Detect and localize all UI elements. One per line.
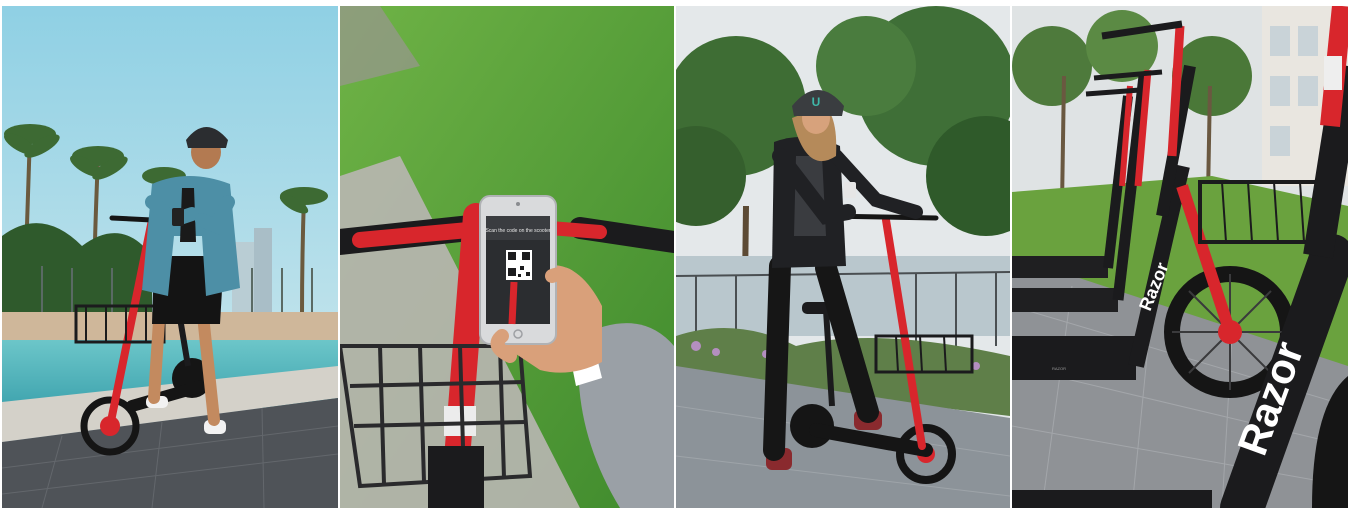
- photo-collage: Scan the code on the scooter U RAZOR Raz…: [0, 0, 1348, 508]
- photo-rider-with-phone-icon: [2, 6, 338, 508]
- photo-rider-standing-icon: U: [676, 6, 1010, 508]
- photo-phone-scanning-code-icon: Scan the code on the scooter: [340, 6, 674, 508]
- photo-panel-parked-scooters: RAZOR Razor Razor: [1012, 6, 1348, 508]
- photo-panel-rider-standing: U: [676, 6, 1010, 508]
- photo-parked-scooters-icon: RAZOR Razor Razor: [1012, 6, 1348, 508]
- photo-panel-phone-scanning: Scan the code on the scooter: [340, 6, 674, 508]
- phone-screen-heading: Scan the code on the scooter: [485, 228, 550, 234]
- photo-panel-rider-with-phone: [2, 6, 338, 508]
- svg-text:U: U: [812, 95, 821, 109]
- svg-text:RAZOR: RAZOR: [1052, 366, 1066, 371]
